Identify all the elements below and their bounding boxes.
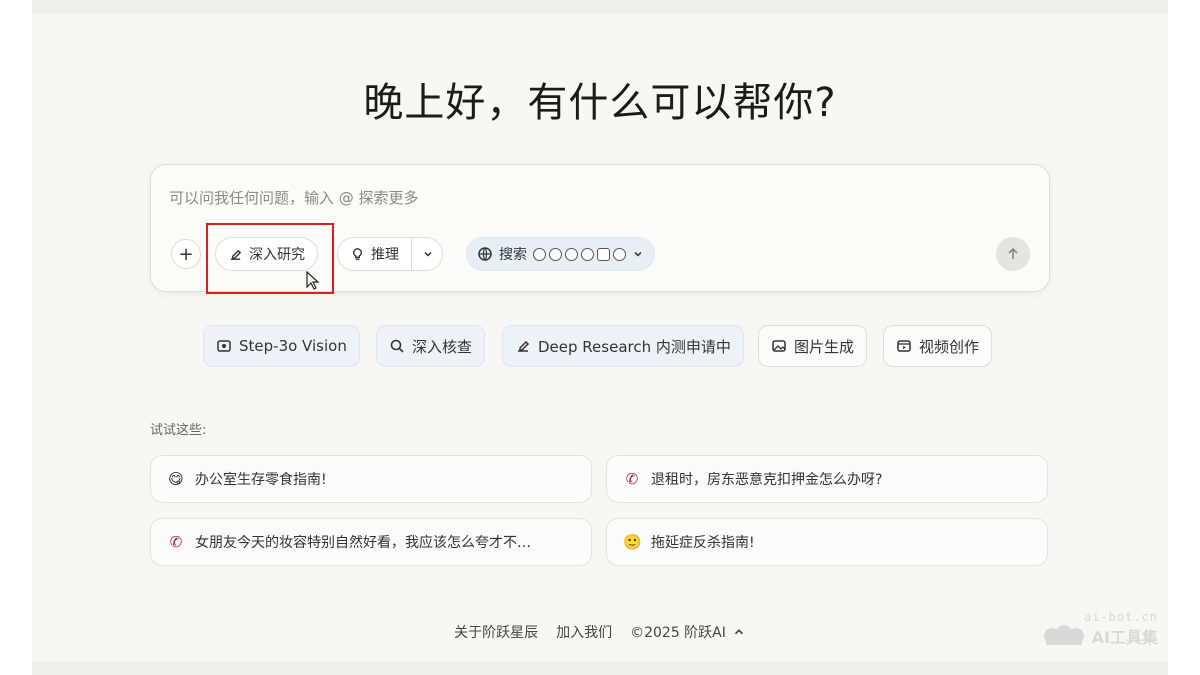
suggestion-text: 办公室生存零食指南! xyxy=(195,472,327,488)
lightbulb-icon xyxy=(353,247,362,260)
phone-icon: ✆ xyxy=(169,533,183,551)
arrow-up-icon xyxy=(1008,247,1018,259)
suggestion-text: 退租时，房东恶意克扣押金怎么办呀? xyxy=(651,472,883,488)
try-these-label: 试试这些: xyxy=(150,423,207,438)
feature-label: Step-3o Vision xyxy=(239,337,347,355)
feature-deep-research[interactable]: Deep Research 内测申请中 xyxy=(502,325,744,367)
watermark-name: AI工具集 xyxy=(1091,628,1158,647)
image-icon xyxy=(772,340,786,352)
magnifier-icon xyxy=(390,339,404,353)
add-button[interactable]: + xyxy=(171,239,201,269)
suggestion-card[interactable]: 🙂 拖延症反杀指南! xyxy=(606,518,1048,566)
source-icon xyxy=(565,247,578,261)
search-label: 搜索 xyxy=(499,247,527,263)
footer-join-link[interactable]: 加入我们 xyxy=(556,622,612,642)
suggestion-text: 拖延症反杀指南! xyxy=(651,535,755,551)
source-icon xyxy=(581,247,594,261)
copyright-text: ©2025 阶跃AI xyxy=(630,625,726,641)
reasoning-label: 推理 xyxy=(371,247,399,263)
feature-step-vision[interactable]: Step-3o Vision xyxy=(203,325,360,367)
chat-input[interactable] xyxy=(169,189,1009,207)
feature-label: 图片生成 xyxy=(794,337,855,356)
video-icon xyxy=(897,340,911,352)
split-divider xyxy=(411,237,412,271)
suggestion-text: 女朋友今天的妆容特别自然好看，我应该怎么夸才不… xyxy=(195,535,531,551)
source-icon xyxy=(549,247,562,261)
suggestion-card[interactable]: ✆ 退租时，房东恶意克扣押金怎么办呀? xyxy=(606,455,1048,503)
face-emoji-icon: 😋 xyxy=(168,470,184,488)
plus-icon: + xyxy=(178,243,194,265)
chevron-up-icon xyxy=(734,629,743,635)
suggestion-card[interactable]: ✆ 女朋友今天的妆容特别自然好看，我应该怎么夸才不… xyxy=(150,518,592,566)
face-emoji-icon: 🙂 xyxy=(623,533,642,551)
watermark-logo-icon xyxy=(1043,625,1084,645)
source-icon xyxy=(597,247,610,261)
feature-label: 视频创作 xyxy=(919,337,980,356)
chevron-down-icon[interactable] xyxy=(632,248,644,260)
feature-video-creation[interactable]: 视频创作 xyxy=(883,325,993,367)
watermark: ai-bot.cn AI工具集 xyxy=(1040,610,1158,648)
feature-label: 深入核查 xyxy=(412,337,473,356)
feature-image-generation[interactable]: 图片生成 xyxy=(758,325,868,367)
chevron-down-icon[interactable] xyxy=(422,248,434,260)
send-button[interactable] xyxy=(996,237,1030,271)
footer-copyright[interactable]: ©2025 阶跃AI xyxy=(630,622,746,642)
globe-icon xyxy=(478,247,492,261)
suggestion-card[interactable]: 😋 办公室生存零食指南! xyxy=(150,455,592,503)
watermark-brand: AI工具集 xyxy=(1040,624,1158,648)
search-button[interactable]: 搜索 xyxy=(466,237,655,271)
page-title: 晚上好，有什么可以帮你? xyxy=(363,80,837,126)
watermark-domain: ai-bot.cn xyxy=(1083,610,1158,624)
feature-shortcuts: Step-3o Vision 深入核查 Deep Research 内测申请中 … xyxy=(0,325,1200,369)
search-source-icons xyxy=(533,247,626,261)
research-icon xyxy=(518,340,530,352)
source-icon xyxy=(533,247,546,261)
footer-about-link[interactable]: 关于阶跃星辰 xyxy=(454,622,538,642)
feature-deep-check[interactable]: 深入核查 xyxy=(376,325,486,367)
phone-icon: ✆ xyxy=(625,470,639,488)
mouse-pointer-icon xyxy=(306,271,320,290)
reasoning-split-button[interactable]: 推理 xyxy=(337,237,443,271)
source-icon xyxy=(613,247,626,261)
feature-label: Deep Research 内测申请中 xyxy=(538,337,731,356)
vision-icon xyxy=(217,340,231,352)
footer: 关于阶跃星辰 加入我们 ©2025 阶跃AI xyxy=(0,622,1200,642)
